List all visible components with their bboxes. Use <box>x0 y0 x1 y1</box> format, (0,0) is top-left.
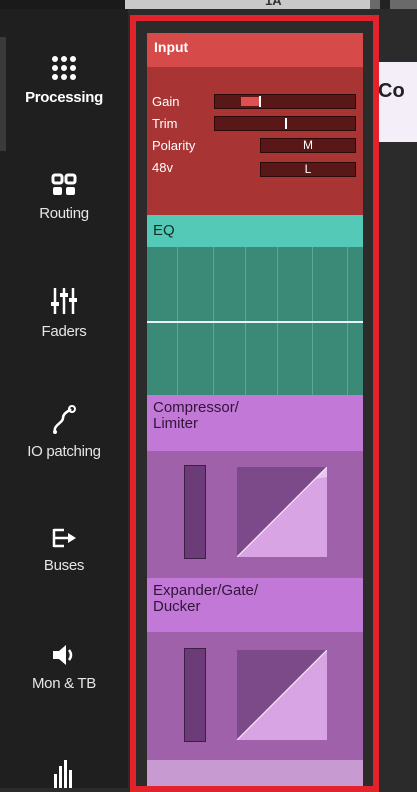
selection-highlight <box>130 15 379 792</box>
sidebar-item-label: Buses <box>43 557 85 574</box>
sidebar-item-mon-tb[interactable]: Mon & TB <box>0 643 128 692</box>
channel-tab[interactable]: 1A <box>125 0 370 9</box>
sidebar-item-label: Mon & TB <box>31 675 97 692</box>
right-dark-area <box>373 9 417 62</box>
faders-icon <box>51 288 77 314</box>
meter-icon <box>54 760 72 788</box>
top-bar: 1A <box>0 0 417 9</box>
patch-cable-icon <box>53 405 76 434</box>
right-panel-text: Co <box>378 80 405 102</box>
routing-icon <box>51 173 77 195</box>
sidebar-item-label: IO patching <box>27 443 101 460</box>
sidebar-item-buses[interactable]: Buses <box>0 527 128 574</box>
top-right-area <box>370 0 417 9</box>
bus-icon <box>52 528 76 548</box>
right-panel: Co <box>373 62 417 142</box>
sidebar-item-meters[interactable] <box>0 760 128 788</box>
sidebar-item-label: Processing <box>25 89 103 106</box>
sidebar-item-processing[interactable]: Processing <box>0 55 128 106</box>
top-square-icon <box>380 0 390 9</box>
channel-tab-label: 1A <box>265 0 282 8</box>
sidebar-item-routing[interactable]: Routing <box>0 173 128 222</box>
grid-dots-icon <box>52 56 76 80</box>
sidebar-item-label: Routing <box>39 205 89 222</box>
speaker-icon <box>53 645 73 665</box>
sidebar-item-label: Faders <box>41 323 87 340</box>
sidebar-item-faders[interactable]: Faders <box>0 287 128 340</box>
sidebar-item-io-patching[interactable]: IO patching <box>0 405 128 460</box>
